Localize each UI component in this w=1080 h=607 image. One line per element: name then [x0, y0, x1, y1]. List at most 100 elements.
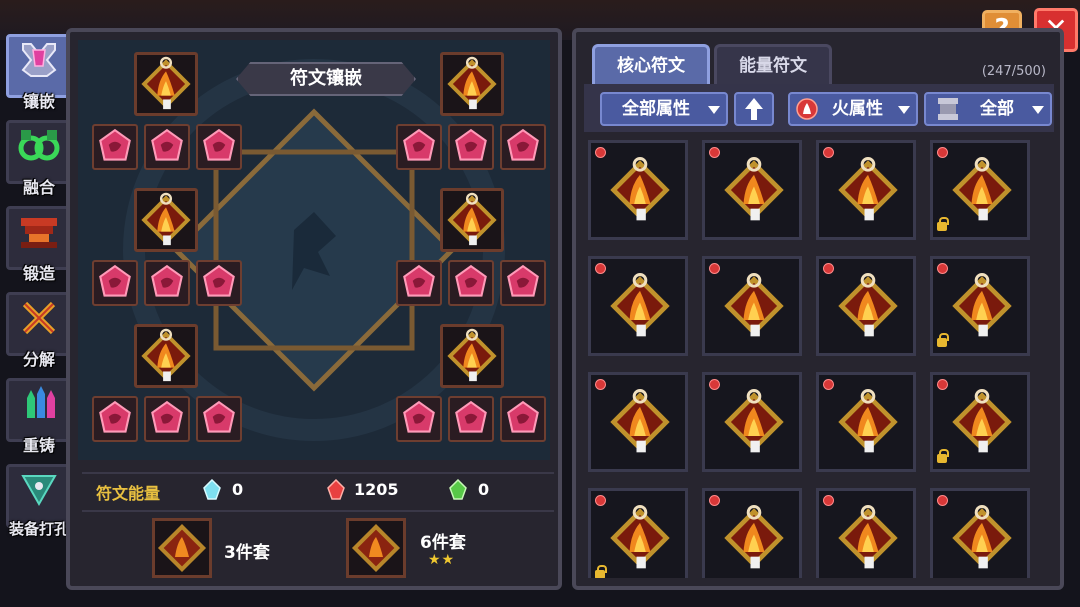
- nav-label: 装备打孔: [8, 520, 69, 538]
- energy-rune-slot[interactable]: [144, 260, 190, 306]
- energy-rune-slot[interactable]: [144, 124, 190, 170]
- rune-inventory-item[interactable]: [930, 256, 1030, 356]
- anvil-icon: [21, 218, 57, 248]
- nav-label: 锻造: [22, 264, 55, 283]
- rune-inventory-item[interactable]: [588, 256, 688, 356]
- fire-rune-icon: [610, 273, 670, 337]
- rune-inventory-item[interactable]: [930, 140, 1030, 240]
- set-bonus-row: 3件套 6件套 ★★: [82, 510, 554, 580]
- nav-item-recast[interactable]: 重铸: [4, 378, 74, 458]
- energy-rune-slot[interactable]: [500, 260, 546, 306]
- fire-rune-icon: [447, 328, 497, 382]
- sort-direction-button[interactable]: [734, 92, 774, 126]
- rune-inventory-item[interactable]: [588, 488, 688, 578]
- fire-rune-icon: [952, 505, 1012, 569]
- nature-energy-icon: [449, 479, 467, 500]
- rune-inventory-item[interactable]: [816, 488, 916, 578]
- water-energy-value: 0: [232, 480, 244, 499]
- decompose-icon: [22, 301, 56, 335]
- chevron-down-icon: [1032, 106, 1044, 114]
- rune-inventory-item[interactable]: [930, 372, 1030, 472]
- rune-inventory-item[interactable]: [816, 140, 916, 240]
- nav-item-inlay[interactable]: 镶嵌: [4, 34, 74, 114]
- fire-energy-value: 1205: [354, 480, 399, 499]
- arrow-up-icon: [745, 98, 763, 120]
- rune-grid: [588, 140, 1054, 578]
- rune-inventory-item[interactable]: [702, 488, 802, 578]
- fire-rune-icon: [952, 273, 1012, 337]
- rune-inventory-item[interactable]: [816, 372, 916, 472]
- nav-item-fuse[interactable]: 融合: [4, 120, 74, 200]
- rune-art: [947, 155, 1017, 229]
- rune-art: [719, 387, 789, 461]
- fire-rune-icon: [447, 192, 497, 246]
- energy-rune-slot[interactable]: [500, 396, 546, 442]
- energy-gem-icon: [203, 264, 235, 297]
- energy-rune-slot[interactable]: [396, 260, 442, 306]
- lock-icon: [937, 333, 949, 347]
- energy-rune-slot[interactable]: [448, 124, 494, 170]
- energy-rune-slot[interactable]: [448, 396, 494, 442]
- tab-energy-runes[interactable]: 能量符文: [714, 44, 832, 84]
- core-rune-slot[interactable]: [440, 188, 504, 252]
- core-rune-slot[interactable]: [440, 324, 504, 388]
- fire-rune-icon: [141, 56, 191, 110]
- energy-rune-slot[interactable]: [196, 260, 242, 306]
- rune-inventory-item[interactable]: [702, 140, 802, 240]
- nav-item-socket[interactable]: 装备打孔: [4, 464, 74, 544]
- rune-art: [833, 155, 903, 229]
- rune-art: [719, 271, 789, 345]
- nav-item-decompose[interactable]: 分解: [4, 292, 74, 372]
- fire-rune-icon: [724, 157, 784, 221]
- core-rune-slot[interactable]: [134, 188, 198, 252]
- nature-energy-value: 0: [478, 480, 490, 499]
- core-rune-slot[interactable]: [134, 52, 198, 116]
- rune-art: [719, 155, 789, 229]
- energy-gem-icon: [203, 400, 235, 433]
- set-6-label: 6件套: [420, 533, 466, 553]
- lock-icon: [937, 217, 949, 231]
- lock-icon: [937, 449, 949, 463]
- energy-rune-slot[interactable]: [396, 396, 442, 442]
- core-rune-slot[interactable]: [440, 52, 504, 116]
- rune-inventory-item[interactable]: [930, 488, 1030, 578]
- energy-gem-icon: [455, 128, 487, 161]
- rune-inventory-item[interactable]: [588, 372, 688, 472]
- nav-item-forge[interactable]: 锻造: [4, 206, 74, 286]
- energy-rune-slot[interactable]: [92, 396, 138, 442]
- energy-rune-slot[interactable]: [92, 124, 138, 170]
- set-6-icon[interactable]: [346, 518, 406, 578]
- rune-inventory-item[interactable]: [702, 256, 802, 356]
- core-rune-slot[interactable]: [134, 324, 198, 388]
- fire-rune-icon: [610, 157, 670, 221]
- energy-gem-icon: [507, 400, 539, 433]
- rune-art: [833, 503, 903, 577]
- energy-rune-slot[interactable]: [92, 260, 138, 306]
- rune-art: [947, 503, 1017, 577]
- rune-inventory-item[interactable]: [588, 140, 688, 240]
- energy-rune-slot[interactable]: [144, 396, 190, 442]
- rune-inventory-item[interactable]: [702, 372, 802, 472]
- energy-rune-slot[interactable]: [448, 260, 494, 306]
- fire-rune-icon: [157, 523, 207, 573]
- attribute-filter-value: 全部属性: [622, 99, 690, 119]
- energy-gem-icon: [99, 264, 131, 297]
- fire-rune-icon: [610, 505, 670, 569]
- rune-art: [605, 387, 675, 461]
- attribute-filter-dropdown[interactable]: 全部属性: [600, 92, 728, 126]
- tab-core-runes[interactable]: 核心符文: [592, 44, 710, 84]
- set-3-icon[interactable]: [152, 518, 212, 578]
- energy-rune-slot[interactable]: [396, 124, 442, 170]
- energy-rune-slot[interactable]: [196, 124, 242, 170]
- rune-inventory-item[interactable]: [816, 256, 916, 356]
- element-filter-value: 火属性: [832, 99, 883, 119]
- rune-art: [833, 387, 903, 461]
- rune-art: [605, 271, 675, 345]
- element-filter-dropdown[interactable]: 火属性: [788, 92, 918, 126]
- fire-rune-icon: [141, 328, 191, 382]
- energy-rune-slot[interactable]: [500, 124, 546, 170]
- energy-rune-slot[interactable]: [196, 396, 242, 442]
- slot-filter-dropdown[interactable]: 全部: [924, 92, 1052, 126]
- nav-label: 分解: [22, 350, 55, 369]
- energy-gem-icon: [507, 128, 539, 161]
